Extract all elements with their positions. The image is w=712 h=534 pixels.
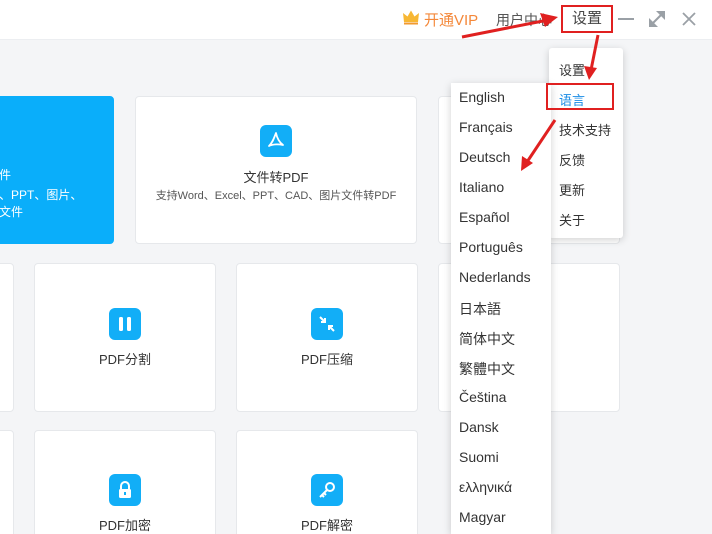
- pdf-split-card[interactable]: PDF分割: [34, 263, 216, 412]
- language-option[interactable]: Čeština: [459, 389, 506, 405]
- language-option[interactable]: Português: [459, 239, 523, 255]
- language-option[interactable]: Español: [459, 209, 510, 225]
- pdf-compress-card[interactable]: PDF压缩: [236, 263, 418, 412]
- pdf-compress-title: PDF压缩: [300, 352, 353, 367]
- tool-card-partial-left[interactable]: [0, 263, 14, 412]
- language-option[interactable]: Italiano: [459, 179, 504, 195]
- language-option[interactable]: Deutsch: [459, 149, 510, 165]
- pdf-decrypt-card[interactable]: PDF解密: [236, 430, 418, 534]
- featured-tool-card[interactable]: 件 、PPT、图片、 文件: [0, 96, 114, 244]
- language-option[interactable]: Dansk: [459, 419, 499, 435]
- menu-item-update[interactable]: 更新: [559, 180, 585, 199]
- language-option[interactable]: 简体中文: [459, 329, 515, 349]
- menu-item-settings[interactable]: 设置: [559, 60, 585, 79]
- pdf-encrypt-card[interactable]: PDF加密: [34, 430, 216, 534]
- menu-item-feedback[interactable]: 反馈: [559, 150, 585, 169]
- featured-line-2: 、PPT、图片、: [0, 188, 83, 202]
- file-to-pdf-title: 文件转PDF: [243, 170, 309, 185]
- language-option[interactable]: Suomi: [459, 449, 499, 465]
- crown-icon: [402, 9, 420, 29]
- menu-item-language[interactable]: 语言: [559, 90, 585, 109]
- menu-item-about[interactable]: 关于: [559, 210, 585, 229]
- language-option[interactable]: ελληνικά: [459, 479, 512, 495]
- minimize-icon[interactable]: [615, 8, 637, 30]
- language-option[interactable]: Magyar: [459, 509, 506, 525]
- featured-line-3: 文件: [0, 205, 24, 219]
- settings-menu: 设置 语言 技术支持 反馈 更新 关于: [549, 48, 623, 238]
- file-to-pdf-card[interactable]: 文件转PDF 支持Word、Excel、PPT、CAD、图片文件转PDF: [135, 96, 417, 244]
- menu-item-tech-support[interactable]: 技术支持: [559, 120, 611, 139]
- pdf-split-title: PDF分割: [98, 352, 151, 367]
- featured-line-1: 件: [0, 168, 12, 182]
- compress-icon: [311, 308, 343, 340]
- language-menu: English Français Deutsch Italiano Españo…: [451, 83, 551, 534]
- pdf-decrypt-title: PDF解密: [300, 518, 353, 533]
- language-option[interactable]: Français: [459, 119, 513, 135]
- tool-card-partial-left-2[interactable]: [0, 430, 14, 534]
- title-bar: 开通VIP 用户中心 设置: [0, 0, 712, 40]
- pdf-encrypt-title: PDF加密: [98, 518, 151, 533]
- split-icon: [109, 308, 141, 340]
- maximize-icon[interactable]: [646, 8, 668, 30]
- language-option[interactable]: 日本語: [459, 299, 501, 319]
- language-option[interactable]: 繁體中文: [459, 359, 515, 379]
- pdf-icon: [260, 125, 292, 157]
- key-icon: [311, 474, 343, 506]
- language-option[interactable]: Nederlands: [459, 269, 531, 285]
- close-icon[interactable]: [678, 8, 700, 30]
- lock-icon: [109, 474, 141, 506]
- settings-button[interactable]: 设置: [561, 5, 613, 33]
- file-to-pdf-desc: 支持Word、Excel、PPT、CAD、图片文件转PDF: [155, 190, 397, 202]
- vip-label: 开通VIP: [424, 11, 479, 29]
- vip-button[interactable]: 开通VIP: [402, 9, 478, 29]
- language-option[interactable]: English: [459, 89, 505, 105]
- user-center-link[interactable]: 用户中心: [496, 10, 552, 30]
